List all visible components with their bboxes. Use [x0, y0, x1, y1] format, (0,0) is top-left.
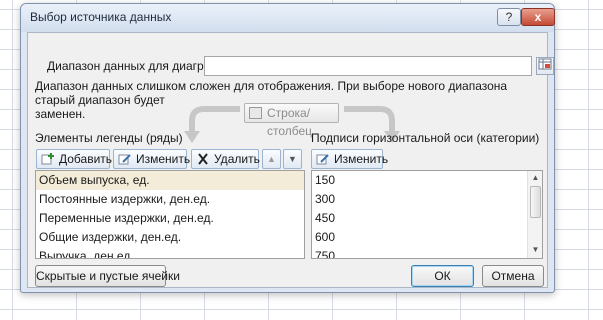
edit-series-button[interactable]: Изменить: [113, 149, 191, 169]
move-up-button[interactable]: ▲: [262, 149, 281, 169]
edit-axis-labels-label: Изменить: [334, 152, 389, 166]
list-item[interactable]: Объем выпуска, ед.: [36, 171, 304, 190]
help-button[interactable]: ?: [497, 8, 521, 26]
list-item[interactable]: 300: [312, 190, 527, 209]
scroll-up-arrow-icon[interactable]: ▲: [528, 173, 542, 182]
list-item[interactable]: Общие издержки, ден.ед.: [36, 228, 304, 247]
axis-list-scrollbar[interactable]: ▲ ▼: [527, 171, 542, 258]
list-item[interactable]: Выручка, ден.ед.: [36, 247, 304, 258]
list-item[interactable]: 750: [312, 247, 527, 258]
edit-series-label: Изменить: [136, 152, 191, 166]
switch-row-column-label: Строка/столбец: [267, 106, 313, 138]
edit-icon: [316, 154, 329, 165]
data-range-input[interactable]: [204, 56, 532, 76]
list-item[interactable]: 150: [312, 171, 527, 190]
ok-button[interactable]: ОК: [411, 265, 474, 287]
legend-series-list: Объем выпуска, ед. Постоянные издержки, …: [35, 170, 305, 259]
scroll-down-arrow-icon[interactable]: ▼: [528, 245, 542, 254]
move-down-button[interactable]: ▼: [283, 149, 302, 169]
switch-row-column-button[interactable]: Строка/столбец: [244, 103, 339, 138]
close-button[interactable]: x: [521, 8, 555, 26]
list-item[interactable]: 450: [312, 209, 527, 228]
range-picker-icon[interactable]: [536, 57, 554, 75]
title-bar[interactable]: Выбор источника данных ? x: [21, 4, 555, 32]
edit-axis-labels-button[interactable]: Изменить: [311, 149, 388, 169]
edit-icon: [118, 154, 131, 165]
hidden-empty-cells-button[interactable]: Скрытые и пустые ячейки: [35, 265, 180, 287]
select-data-source-dialog: Выбор источника данных ? x Диапазон данн…: [20, 3, 555, 293]
cancel-button[interactable]: Отмена: [482, 265, 544, 287]
curved-arrow-down-left-icon: [184, 106, 240, 143]
axis-labels-label: Подписи горизонтальной оси (категории): [311, 131, 540, 145]
scroll-thumb[interactable]: [530, 186, 541, 218]
delete-series-button[interactable]: Удалить: [191, 149, 260, 169]
list-item[interactable]: Переменные издержки, ден.ед.: [36, 209, 304, 228]
legend-entries-label: Элементы легенды (ряды): [35, 131, 183, 145]
dialog-content: Диапазон данных для диаграммы: Диапазон …: [27, 32, 554, 288]
switch-row-column-icon: [249, 107, 262, 119]
dialog-title: Выбор источника данных: [30, 10, 172, 24]
add-series-label: Добавить: [59, 152, 113, 166]
add-icon: [41, 153, 54, 165]
axis-categories-list: 150 300 450 600 750 ▲ ▼: [311, 170, 543, 259]
list-item[interactable]: 600: [312, 228, 527, 247]
add-series-button[interactable]: Добавить: [36, 149, 113, 169]
delete-series-label: Удалить: [214, 152, 260, 166]
list-item[interactable]: Постоянные издержки, ден.ед.: [36, 190, 304, 209]
delete-icon: [198, 153, 208, 165]
